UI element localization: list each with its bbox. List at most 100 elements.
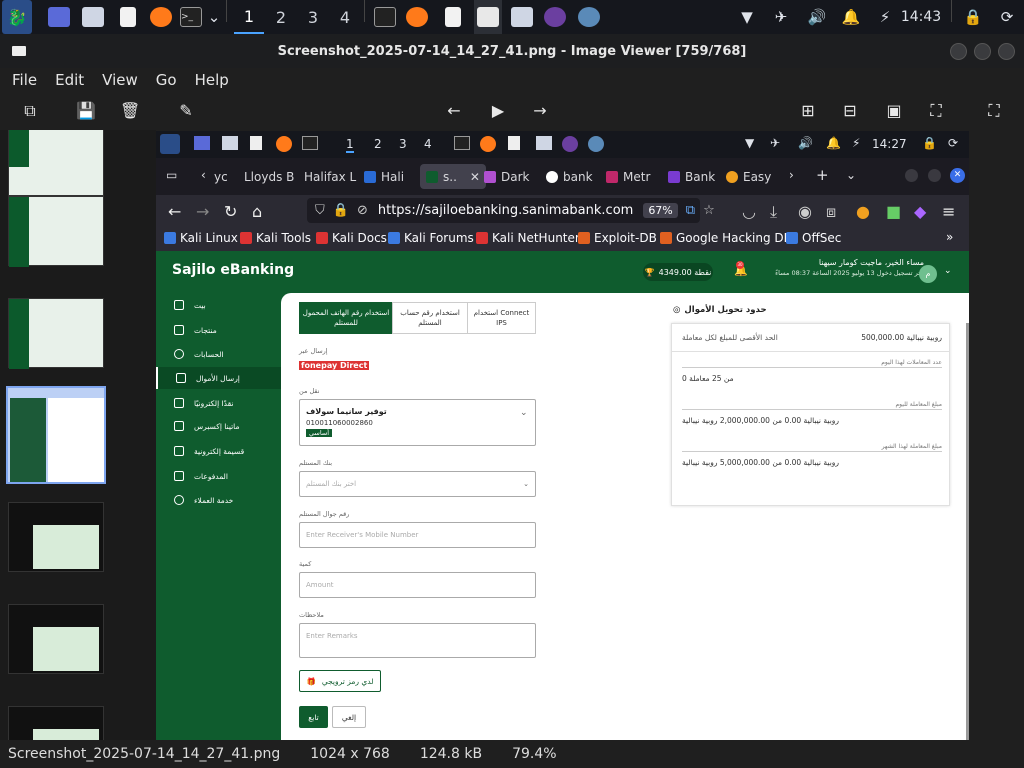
inner-workspace-1: 1 [346,137,354,153]
menubar: File Edit View Go Help [0,68,1024,92]
inner-folder-icon [536,136,552,150]
bookmark-item: Kali Docs [316,231,387,245]
inner-firefox-task-icon [480,136,496,152]
remarks-label: ملاحظات [299,611,324,619]
folder-task-icon[interactable] [508,0,536,34]
previous-icon[interactable]: ← [444,101,464,121]
nav-evoucher: قسيمة إلكترونية [174,442,274,460]
account-name: توفير سانيما سولاف [306,407,387,416]
lock-icon: 🔒 [332,203,349,218]
workspace-4[interactable]: 4 [330,0,360,34]
browser-tab-active: s.. ✕ [420,164,486,189]
lock-icon[interactable]: 🔒 [962,0,984,34]
maximize-button[interactable] [974,43,991,60]
zoom-fit-icon[interactable]: ▣ [884,101,904,121]
kali-menu-icon[interactable]: 🐉 [2,0,32,34]
close-button[interactable] [998,43,1015,60]
thumbnail[interactable] [8,706,104,740]
editor-task-icon[interactable] [440,0,466,34]
window-titlebar: Screenshot_2025-07-14_14_27_41.png - Ima… [0,34,1024,68]
mobile-input: Enter Receiver's Mobile Number [299,522,536,548]
thumbnail[interactable] [8,196,104,267]
permissions-icon: ⊘ [356,203,368,218]
zoom-out-icon[interactable]: ⊟ [840,101,860,121]
minimize-button[interactable] [950,43,967,60]
download-icon: ⤓ [770,202,778,221]
inner-editor-task-icon [508,136,520,150]
app-header: Sajilo eBanking 🏆 4349.00 نقطة 🔔 30 مساء … [156,251,969,293]
edit-icon[interactable]: ✎ [176,101,196,121]
daily-count: عدد المعاملات لهذا اليوم 0 من 25 معاملة [682,359,942,383]
tabs-scroll-right-icon: › [789,168,794,182]
notification-icon[interactable]: 🔔 [840,0,862,34]
menu-help[interactable]: Help [195,71,229,89]
monthly-amount: مبلغ المعاملة لهذا الشهر روبية نيبالية 0… [682,443,942,467]
firefox-icon[interactable] [148,0,174,34]
terminal-task-icon[interactable] [372,0,398,34]
logout-icon[interactable]: ⟳ [996,0,1018,34]
zoom-in-icon[interactable]: ⊞ [798,101,818,121]
inner-volume-icon: 🔊 [798,136,813,150]
workspace-2[interactable]: 2 [266,0,296,34]
open-icon[interactable]: ⧉ [20,101,40,121]
image-viewer-task-icon[interactable] [474,0,502,34]
workspace-3[interactable]: 3 [298,0,328,34]
firefox-task-icon[interactable] [404,0,430,34]
wifi-icon[interactable]: ▼ [736,0,758,34]
files-icon[interactable] [80,0,106,34]
toolbar [0,92,1024,130]
thumbnail[interactable] [8,130,104,196]
thumbnail-selected[interactable] [6,386,106,484]
bookmark-item: Exploit-DB [578,231,657,245]
terminal-icon[interactable]: >_ [178,0,204,34]
thumbnail[interactable] [8,604,104,674]
account-icon: ◉ [798,202,812,221]
chevron-down-icon[interactable]: ⌄ [206,0,222,34]
menu-file[interactable]: File [12,71,37,89]
volume-icon[interactable]: 🔊 [806,0,828,34]
power-icon[interactable]: ⚡ [874,0,896,34]
zoom-fill-icon[interactable]: ⛶ [926,101,946,121]
inner-workspace-4: 4 [424,137,432,151]
next-icon[interactable]: → [530,101,550,121]
fullscreen-icon[interactable]: ⛶ [984,101,1004,121]
menu-go[interactable]: Go [156,71,177,89]
status-filesize: 124.8 kB [419,746,483,762]
chevron-down-icon: ⌄ [523,480,529,488]
back-icon: ← [168,202,182,221]
desktop-icon[interactable] [46,0,72,34]
menu-edit[interactable]: Edit [55,71,84,89]
thumbnail[interactable] [8,298,104,369]
thumbnail[interactable] [8,502,104,572]
inner-editor-icon [250,136,262,150]
delete-icon[interactable]: 🗑 [120,101,140,121]
send-money-icon [176,373,186,383]
new-tab-icon: + [816,166,829,184]
save-icon[interactable]: 💾 [76,101,96,121]
status-dimensions: 1024 x 768 [310,746,390,762]
browser-tab: yc [214,169,228,184]
clock[interactable]: 14:43 [900,0,942,34]
nav-accounts: الحسابات [174,345,274,363]
inner-wifi-icon: ▼ [745,136,755,150]
inner-workspace-3: 3 [399,137,407,151]
ecash-icon [174,398,184,408]
max-limit-row: الحد الأقصى للمبلغ لكل معاملة روبية نيبا… [682,333,942,342]
status-filename: Screenshot_2025-07-14_14_27_41.png [8,746,281,762]
mobile-label: رقم جوال المستلم [299,510,350,518]
continue-button: تابع [299,706,328,728]
play-icon[interactable]: ▶ [488,101,508,121]
browser-tab: Easy [726,164,771,189]
bookmark-item: Kali Forums [388,231,474,245]
tab-overview-icon: ▭ [166,168,178,182]
send-icon[interactable]: ✈ [770,0,792,34]
amount-input: Amount [299,572,536,598]
workspace-1[interactable]: 1 [234,0,264,34]
bookmark-star-icon: ☆ [703,203,715,218]
menu-view[interactable]: View [102,71,138,89]
bookmarks-toolbar: Kali Linux Kali Tools Kali Docs Kali For… [156,227,969,251]
telegram-icon[interactable] [576,0,602,34]
tab-connect-ips: استخدام Connect IPS [467,302,536,334]
tor-icon[interactable] [542,0,568,34]
text-editor-icon[interactable] [116,0,140,34]
